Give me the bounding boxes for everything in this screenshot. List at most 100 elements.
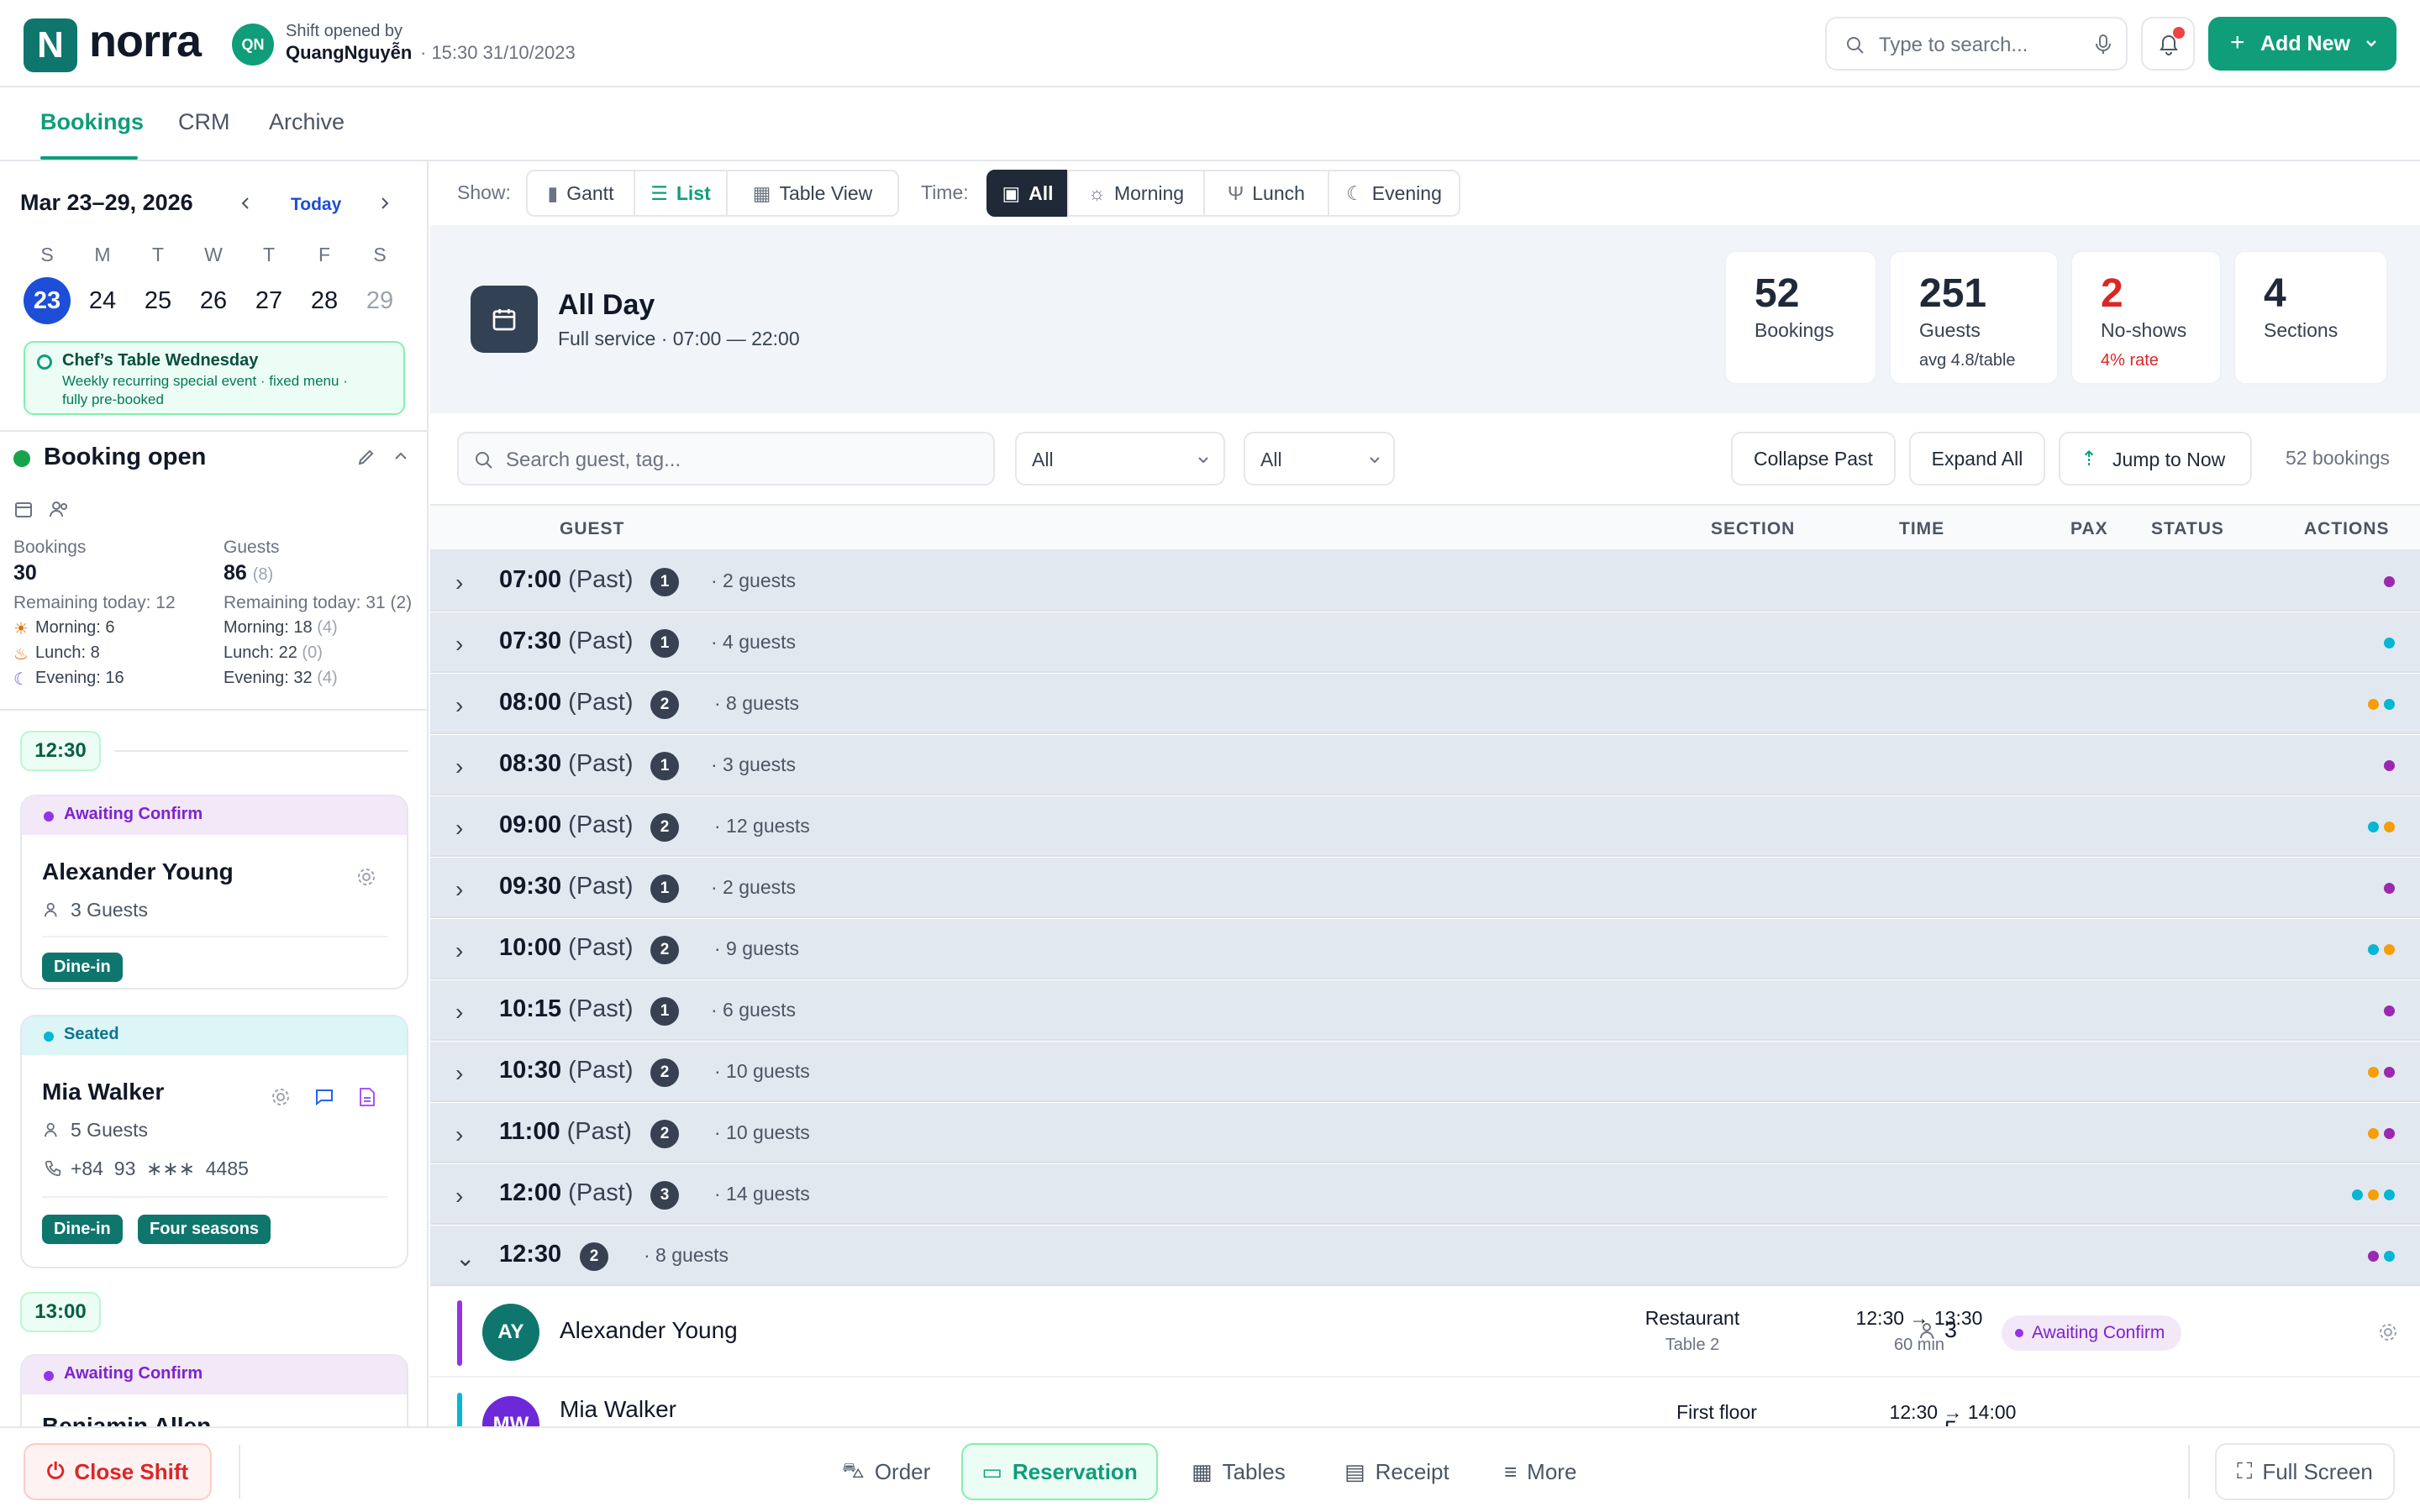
gear-icon[interactable] — [271, 1087, 291, 1107]
gear-icon[interactable] — [2378, 1322, 2398, 1342]
status-select[interactable]: All — [1244, 432, 1395, 486]
document-icon[interactable] — [358, 1087, 376, 1107]
chevron-right-icon[interactable]: › — [455, 937, 463, 964]
time-group-row[interactable]: › 12:00 (Past) 3 · 14 guests — [430, 1164, 2420, 1225]
status-dots — [2384, 576, 2395, 587]
calendar-day[interactable]: 26 — [190, 277, 237, 324]
stat-bookings: 52 Bookings — [1724, 250, 1877, 385]
gear-icon[interactable] — [356, 867, 376, 887]
jump-to-now-button[interactable]: ⇡ Jump to Now — [2059, 432, 2252, 486]
time-all-button[interactable]: ▣ All — [986, 170, 1069, 217]
section-select[interactable]: All — [1015, 432, 1225, 486]
status-dot — [2384, 638, 2395, 648]
group-time: 10:30 (Past) — [499, 1057, 634, 1084]
list-icon: ☰ — [650, 181, 668, 204]
column-section[interactable]: SECTION — [1711, 519, 1795, 539]
chevron-right-icon[interactable]: › — [455, 631, 463, 658]
calendar-day-selected[interactable]: 23 — [24, 277, 71, 324]
event-banner[interactable]: Chef’s Table Wednesday Weekly recurring … — [24, 341, 405, 415]
calendar-day[interactable]: 27 — [245, 277, 292, 324]
time-group-row[interactable]: › 09:30 (Past) 1 · 2 guests — [430, 858, 2420, 918]
chevron-right-icon[interactable]: › — [455, 1183, 463, 1210]
calendar-day[interactable]: 28 — [301, 277, 348, 324]
full-screen-label: Full Screen — [2262, 1458, 2373, 1484]
view-table-button[interactable]: ▦ Table View — [726, 170, 899, 217]
time-group-row[interactable]: › 09:00 (Past) 2 · 12 guests — [430, 796, 2420, 857]
tab-crm[interactable]: CRM — [178, 109, 230, 135]
group-time: 08:00 (Past) — [499, 689, 634, 717]
status-label: Awaiting Confirm — [2032, 1323, 2165, 1342]
view-list-button[interactable]: ☰ List — [634, 170, 728, 217]
column-pax[interactable]: PAX — [2070, 519, 2108, 539]
time-group-row[interactable]: › 07:00 (Past) 1 · 2 guests — [430, 551, 2420, 612]
column-guest[interactable]: GUEST — [560, 519, 624, 539]
pencil-icon[interactable] — [356, 447, 376, 467]
chevron-right-icon[interactable] — [376, 195, 393, 212]
column-status[interactable]: STATUS — [2151, 519, 2224, 539]
time-group-row[interactable]: › 10:30 (Past) 2 · 10 guests — [430, 1042, 2420, 1102]
chevron-right-icon[interactable]: › — [455, 753, 463, 780]
booking-card[interactable]: Awaiting Confirm Benjamin Allen — [20, 1354, 408, 1428]
calendar-day[interactable]: 24 — [79, 277, 126, 324]
reservation-button[interactable]: ▭ Reservation — [961, 1443, 1158, 1500]
column-time[interactable]: TIME — [1899, 519, 1944, 539]
time-group-row[interactable]: › 07:30 (Past) 1 · 4 guests — [430, 612, 2420, 673]
booking-card[interactable]: Awaiting Confirm Alexander Young 3 Guest… — [20, 795, 408, 990]
status-badge[interactable]: Awaiting Confirm — [2002, 1315, 2182, 1351]
more-button[interactable]: ≡ More — [1504, 1443, 1576, 1500]
group-time-value: 08:30 — [499, 750, 562, 777]
chevron-right-icon[interactable]: › — [455, 876, 463, 903]
time-group-row[interactable]: ⌄ 12:30 2 · 8 guests — [430, 1226, 2420, 1286]
full-screen-button[interactable]: ⛶ Full Screen — [2215, 1443, 2395, 1500]
timeline-line — [114, 750, 408, 752]
book-icon: ▭ — [981, 1458, 1002, 1484]
view-gantt-button[interactable]: ▮ Gantt — [526, 170, 635, 217]
chevron-right-icon[interactable]: › — [455, 692, 463, 719]
expand-all-button[interactable]: Expand All — [1909, 432, 2045, 486]
view-list-label: List — [676, 181, 711, 204]
time-group-row[interactable]: › 11:00 (Past) 2 · 10 guests — [430, 1103, 2420, 1163]
tables-button[interactable]: ▦ Tables — [1192, 1443, 1286, 1500]
message-icon[interactable] — [314, 1087, 334, 1107]
receipt-button[interactable]: ▤ Receipt — [1344, 1443, 1449, 1500]
chevron-left-icon[interactable] — [237, 195, 254, 212]
microphone-icon[interactable] — [2094, 34, 2112, 55]
guest-name[interactable]: Mia Walker — [560, 1396, 676, 1423]
chevron-down-icon[interactable]: ⌄ — [455, 1244, 475, 1272]
time-group-row[interactable]: › 08:00 (Past) 2 · 8 guests — [430, 674, 2420, 734]
global-search-input[interactable]: Type to search... — [1825, 17, 2128, 71]
time-group-row[interactable]: › 10:00 (Past) 2 · 9 guests — [430, 919, 2420, 979]
time-evening-button[interactable]: ☾ Evening — [1328, 170, 1460, 217]
column-actions[interactable]: ACTIONS — [2304, 519, 2390, 539]
guests-lunch-sub: (0) — [302, 643, 323, 662]
stat-number: 251 — [1919, 271, 1987, 316]
chevron-up-icon[interactable] — [393, 450, 408, 462]
chevron-right-icon[interactable]: › — [455, 815, 463, 842]
status-dots — [2368, 1128, 2395, 1139]
collapse-past-button[interactable]: Collapse Past — [1731, 432, 1896, 486]
notification-button[interactable] — [2141, 17, 2195, 71]
bookings-label: Bookings — [13, 538, 87, 557]
order-button[interactable]: ⛍ Order — [842, 1443, 930, 1500]
table-row[interactable]: MW Mia Walker First floor 12:30 → 14:00 … — [430, 1378, 2420, 1428]
tab-archive[interactable]: Archive — [269, 109, 345, 135]
time-lunch-button[interactable]: Ψ Lunch — [1203, 170, 1329, 217]
table-row[interactable]: AY Alexander Young Restaurant Table 2 12… — [430, 1289, 2420, 1378]
chevron-right-icon[interactable]: › — [455, 570, 463, 596]
avatar[interactable]: QN — [232, 24, 274, 66]
today-button[interactable]: Today — [291, 195, 341, 215]
time-morning-button[interactable]: ☼ Morning — [1067, 170, 1205, 217]
guest-name[interactable]: Alexander Young — [560, 1317, 738, 1344]
add-new-button[interactable]: + Add New — [2208, 17, 2396, 71]
chevron-right-icon[interactable]: › — [455, 1060, 463, 1087]
booking-card[interactable]: Seated Mia Walker 5 Guests +84 93 ∗∗∗ 44… — [20, 1015, 408, 1268]
close-shift-button[interactable]: ⏻ Close Shift — [24, 1443, 212, 1500]
time-group-row[interactable]: › 10:15 (Past) 1 · 6 guests — [430, 980, 2420, 1041]
calendar-day[interactable]: 29 — [356, 277, 403, 324]
tab-bookings[interactable]: Bookings — [40, 109, 144, 135]
calendar-day[interactable]: 25 — [134, 277, 182, 324]
guest-search-input[interactable]: Search guest, tag... — [457, 432, 995, 486]
chevron-right-icon[interactable]: › — [455, 1121, 463, 1148]
time-group-row[interactable]: › 08:30 (Past) 1 · 3 guests — [430, 735, 2420, 795]
chevron-right-icon[interactable]: › — [455, 999, 463, 1026]
